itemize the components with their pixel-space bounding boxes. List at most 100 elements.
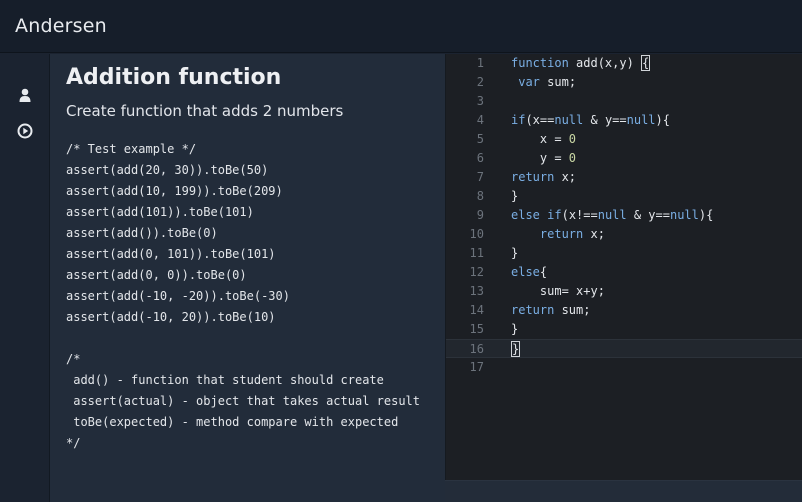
code-text: }	[511, 340, 521, 359]
code-line[interactable]: 3	[446, 92, 802, 111]
line-number: 16	[469, 342, 484, 356]
line-number: 2	[476, 75, 484, 89]
code-line[interactable]: 1 function add(x,y) {	[446, 54, 802, 73]
sidebar	[0, 54, 50, 502]
description-line: assert(add(20, 30)).toBe(50)	[66, 163, 269, 177]
code-line[interactable]: 5 x = 0	[446, 130, 802, 149]
code-text: else if(x!==null & y==null){	[511, 206, 713, 225]
code-line[interactable]: 8}	[446, 187, 802, 206]
play-circle-icon[interactable]	[17, 123, 33, 139]
code-line[interactable]: 10 return x;	[446, 225, 802, 244]
description-line: assert(add(0, 0)).toBe(0)	[66, 268, 247, 282]
line-number: 11	[469, 246, 484, 260]
text-token: x;	[583, 227, 605, 241]
code-text: }	[511, 320, 518, 339]
text-token: sum= x+y;	[511, 284, 605, 298]
code-line[interactable]: 14 return sum;	[446, 301, 802, 320]
keyword-token: if	[511, 113, 526, 127]
line-number: 14	[469, 303, 484, 317]
code-text: else{	[511, 263, 547, 282]
line-number: 3	[476, 94, 484, 108]
text-token: x;	[554, 170, 577, 184]
code-line[interactable]: 11}	[446, 244, 802, 263]
task-title: Addition function	[66, 65, 282, 90]
code-line[interactable]: 15}	[446, 320, 802, 339]
description-line: assert(add(0, 101)).toBe(101)	[66, 247, 276, 261]
text-token: add(x,y)	[568, 56, 642, 70]
description-line: assert(add(-10, 20)).toBe(10)	[66, 310, 276, 324]
app-title: Andersen	[15, 15, 107, 37]
keyword-token: return	[511, 170, 555, 184]
text-token: (x==	[525, 113, 555, 127]
code-line[interactable]: 6 y = 0	[446, 149, 802, 168]
code-text: sum= x+y;	[511, 282, 605, 301]
editor-footer	[445, 480, 802, 502]
line-number: 6	[476, 151, 484, 165]
keyword-token: null	[597, 208, 627, 222]
code-line[interactable]: 9 else if(x!==null & y==null){	[446, 206, 802, 225]
description-line: assert(add(-10, -20)).toBe(-30)	[66, 289, 290, 303]
line-number: 13	[469, 284, 484, 298]
line-number: 7	[476, 170, 484, 184]
description-line: add() - function that student should cre…	[66, 373, 384, 387]
text-token: sum;	[539, 75, 577, 89]
number-token: 0	[568, 132, 577, 146]
line-number: 4	[476, 113, 484, 127]
line-number: 12	[469, 265, 484, 279]
user-icon[interactable]	[17, 87, 33, 103]
matched-brace: }	[511, 341, 521, 357]
text-token: y =	[511, 151, 569, 165]
keyword-token: if	[547, 208, 562, 222]
code-line[interactable]: 17	[446, 358, 802, 377]
code-text: y = 0	[511, 149, 576, 168]
line-number: 8	[476, 189, 484, 203]
code-editor[interactable]: 1 function add(x,y) {2 var sum; 3 4 if(x==nu…	[445, 54, 802, 480]
code-line[interactable]: 4 if(x==null & y==null){	[446, 111, 802, 130]
text-token: ){	[698, 208, 714, 222]
code-line[interactable]: 2 var sum;	[446, 73, 802, 92]
code-line[interactable]: 13 sum= x+y;	[446, 282, 802, 301]
text-token: }	[511, 246, 519, 260]
code-line[interactable]: 16}	[446, 339, 802, 358]
description-line: toBe(expected) - method compare with exp…	[66, 415, 399, 429]
keyword-token: null	[554, 113, 584, 127]
line-number: 1	[476, 56, 484, 70]
text-token: }	[511, 322, 519, 336]
task-panel: Addition function Create function that a…	[50, 54, 445, 502]
code-text: }	[511, 187, 518, 206]
description-line: assert(actual) - object that takes actua…	[66, 394, 421, 408]
keyword-token: return	[511, 303, 555, 317]
description-line: /*	[66, 352, 81, 366]
description-line: assert(add(10, 199)).toBe(209)	[66, 184, 283, 198]
code-text: if(x==null & y==null){	[511, 111, 670, 130]
keyword-token: else	[511, 208, 540, 222]
text-token: sum;	[554, 303, 591, 317]
code-line[interactable]: 12 else{	[446, 263, 802, 282]
matched-brace: {	[641, 55, 651, 71]
line-number: 15	[469, 322, 484, 336]
keyword-token: var	[518, 75, 540, 89]
keyword-token: function	[511, 56, 569, 70]
keyword-token: null	[626, 113, 656, 127]
text-token: }	[511, 189, 519, 203]
description-line: assert(add()).toBe(0)	[66, 226, 218, 240]
description-line: */	[66, 436, 81, 450]
code-text: var sum;	[511, 73, 576, 92]
code-line[interactable]: 7 return x;	[446, 168, 802, 187]
text-token: ){	[655, 113, 670, 127]
line-number: 5	[476, 132, 484, 146]
code-text: return sum;	[511, 301, 590, 320]
text-token: & y==	[583, 113, 627, 127]
task-description: /* Test example */ assert(add(20, 30)).to…	[66, 139, 429, 454]
number-token: 0	[568, 151, 577, 165]
code-text: x = 0	[511, 130, 576, 149]
code-text: return x;	[511, 168, 576, 187]
text-token: {	[539, 265, 548, 279]
code-text: function add(x,y) {	[511, 54, 651, 73]
keyword-token: else	[511, 265, 540, 279]
top-bar: Andersen	[0, 0, 802, 53]
description-line	[66, 328, 429, 349]
text-token: x =	[511, 132, 569, 146]
code-text: }	[511, 244, 518, 263]
